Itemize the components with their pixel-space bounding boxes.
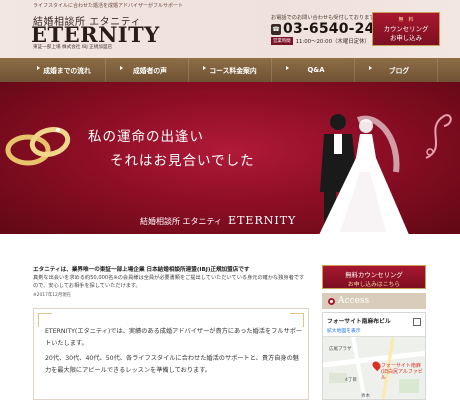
chevron-right-icon xyxy=(286,66,289,70)
nav-item-flow[interactable]: 成婚までの流れ xyxy=(23,58,106,82)
chevron-right-icon xyxy=(120,66,123,70)
feature-box: ETERNITY(エタニティ)では、実績のある成婚アドバイザーが貴方にあった婚活… xyxy=(33,308,309,400)
hours-row: 営業時間 11:00～20:00（木曜日定休） xyxy=(271,37,370,45)
hero-brand-en: ETERNITY xyxy=(228,214,297,227)
hero-copy-line2: それはお見合いでした xyxy=(110,153,255,169)
swirl-ornament-icon xyxy=(425,114,452,159)
expand-icon[interactable] xyxy=(413,318,421,326)
map-info-card: フォーサイト南麻布ビル 拡大地図を表示 xyxy=(323,313,425,337)
phone-note: お電話でのお問い合わせも受付しております xyxy=(271,15,375,21)
intro-heading: エタニティは、業界唯一の東証一部上場企業 日本結婚相談所連盟(IBJ)正規加盟店… xyxy=(33,267,250,273)
bride-groom-illustration xyxy=(319,114,409,234)
sidebar-cta-line2: お申し込みはこちら xyxy=(347,282,401,288)
cta-line1: カウンセリング xyxy=(383,25,429,33)
location-pin-icon xyxy=(328,297,335,305)
nav-label: Q&A xyxy=(307,66,325,74)
feature-paragraph-2: 20代、30代、40代、50代、各ライフスタイルに合わせた婚活のサポートと、貴方… xyxy=(45,355,299,374)
sidebar-cta-line1: 無料カウンセリング xyxy=(345,271,403,279)
nav-item-blog[interactable]: ブログ xyxy=(355,58,438,82)
hours-tag: 営業時間 xyxy=(271,37,293,45)
nav-label: コース料金案内 xyxy=(209,67,257,75)
site-header: ライフスタイルに合わせた婚活を成婚アドバイザーがフルサポート 結婚相談所 エタニ… xyxy=(0,0,460,58)
nav-item-voices[interactable]: 成婚者の声 xyxy=(106,58,189,82)
google-map[interactable]: フォーサイト南麻布ビル 拡大地図を表示 広尾プラザ 4丁目 青木 フォーサイト南… xyxy=(322,312,426,400)
map-place-title: フォーサイト南麻布ビル xyxy=(327,319,391,325)
chevron-right-icon xyxy=(369,66,372,70)
phone-icon: ☎ xyxy=(271,23,281,35)
free-badge: 無 料 xyxy=(398,17,414,23)
hero-copy-line1: 私の運命の出逢い xyxy=(88,129,204,145)
map-label: 4丁目 xyxy=(345,378,357,383)
access-label: Access xyxy=(338,296,370,306)
corner-ornament xyxy=(38,313,52,327)
wedding-rings-icon xyxy=(5,127,71,166)
intro-date: ※2017年12月現在 xyxy=(33,293,72,298)
map-place-line2: (旧白尻アルファビル xyxy=(381,369,423,381)
access-heading: Access xyxy=(322,293,426,309)
hero-brand: 結婚相談所 エタニティ ETERNITY xyxy=(140,214,296,227)
business-hours: 11:00～20:00（木曜日定休） xyxy=(295,39,370,45)
main-nav: 成婚までの流れ 成婚者の声 コース料金案内 Q&A ブログ xyxy=(0,58,460,82)
brand-subtitle: 東証一部上場 株式会社 IBJ 正規加盟店 xyxy=(33,45,113,50)
chevron-right-icon xyxy=(37,66,40,70)
map-enlarge-link[interactable]: 拡大地図を表示 xyxy=(327,327,361,334)
hero-banner: 私の運命の出逢い それはお見合いでした 結婚相談所 エタニティ ETERNITY xyxy=(0,82,460,234)
cta-line2: お申し込み xyxy=(390,34,422,42)
nav-item-qa[interactable]: Q&A xyxy=(272,58,355,82)
hero-brand-jp: 結婚相談所 エタニティ xyxy=(140,217,223,226)
intro-body: 真剣な出会いを求める約50,000名※の会員様は全員が必要書類をご提出していただ… xyxy=(33,275,305,290)
map-place-label: フォーサイト南麻 (旧白尻アルファビル xyxy=(381,363,425,381)
nav-label: ブログ xyxy=(388,67,410,75)
feature-paragraph-1: ETERNITY(エタニティ)では、実績のある成婚アドバイザーが貴方にあった婚活… xyxy=(45,328,303,347)
header-tagline: ライフスタイルに合わせた婚活を成婚アドバイザーがフルサポート xyxy=(33,3,184,9)
corner-ornament xyxy=(290,313,304,327)
free-counseling-button[interactable]: 無 料 カウンセリング お申し込み xyxy=(372,12,440,46)
nav-item-pricing[interactable]: コース料金案内 xyxy=(189,58,272,82)
nav-label: 成婚者の声 xyxy=(133,67,167,75)
map-label: 青木 xyxy=(361,394,370,399)
map-label: 広尾プラザ xyxy=(329,347,352,352)
nav-label: 成婚までの流れ xyxy=(43,67,91,75)
chevron-right-icon xyxy=(203,66,206,70)
sidebar-counseling-button[interactable]: 無料カウンセリング お申し込みはこちら xyxy=(322,265,426,289)
